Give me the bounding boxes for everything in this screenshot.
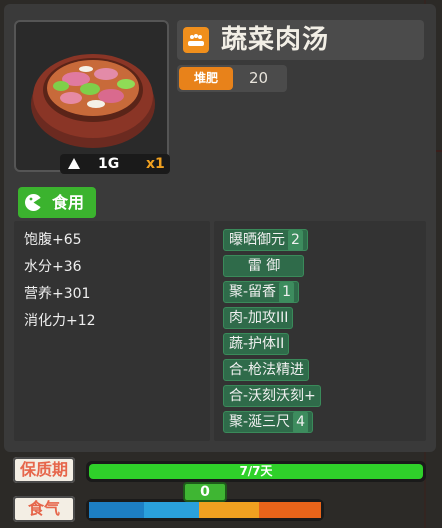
- eat-icon: [25, 194, 42, 211]
- weight-quantity-bar: 1G x1: [60, 154, 170, 174]
- shelf-life-text: 7/7天: [239, 464, 273, 478]
- buff-item[interactable]: 聚-留香 1: [223, 281, 299, 303]
- buff-item[interactable]: 肉-加攻III: [223, 307, 294, 329]
- item-quantity: x1: [146, 156, 165, 172]
- stat-nutrition: 营养+301: [24, 286, 91, 302]
- appetite-segment: [144, 502, 199, 518]
- item-weight: 1G: [98, 156, 120, 172]
- eat-button-label: 食用: [52, 193, 85, 212]
- buff-item[interactable]: 蔬-护体II: [223, 333, 290, 355]
- food-image-frame: [14, 20, 169, 172]
- appetite-segment: [199, 502, 259, 518]
- shelf-life-bar: 7/7天: [86, 461, 426, 482]
- buff-item[interactable]: 雷 御: [223, 255, 304, 277]
- appetite-label: 食气: [13, 496, 75, 522]
- appetite-value-marker: 0: [183, 482, 227, 502]
- appetite-segment: [89, 502, 144, 518]
- eat-button[interactable]: 食用: [18, 187, 96, 218]
- soup-bowl-icon: [31, 54, 155, 148]
- buff-item[interactable]: 合-枪法精进: [223, 359, 310, 381]
- item-title-bar: 蔬菜肉汤: [177, 20, 424, 60]
- compost-info: 堆肥 20: [177, 65, 287, 92]
- nutrition-stats: 饱腹+65 水分+36 营养+301 消化力+12: [14, 221, 210, 441]
- dish-category-icon: [183, 27, 209, 53]
- stat-satiety: 饱腹+65: [24, 232, 82, 248]
- shelf-life-label: 保质期: [13, 457, 75, 483]
- appetite-bar: [86, 499, 324, 521]
- item-name: 蔬菜肉汤: [221, 25, 330, 55]
- buff-item[interactable]: 曝晒御元 2: [223, 229, 308, 251]
- buff-item[interactable]: 聚-涎三尺 4: [223, 411, 313, 433]
- stat-hydration: 水分+36: [24, 259, 82, 275]
- stat-digestion: 消化力+12: [24, 313, 96, 329]
- buff-list: 曝晒御元 2 雷 御 聚-留香 1 肉-加攻III 蔬-护体II 合-枪法精进 合-…: [214, 221, 426, 441]
- compost-label: 堆肥: [179, 67, 233, 90]
- compost-value: 20: [249, 69, 269, 87]
- buff-item[interactable]: 合-沃刻沃刻+: [223, 385, 321, 407]
- weight-icon: [68, 158, 80, 169]
- appetite-segment: [259, 502, 321, 518]
